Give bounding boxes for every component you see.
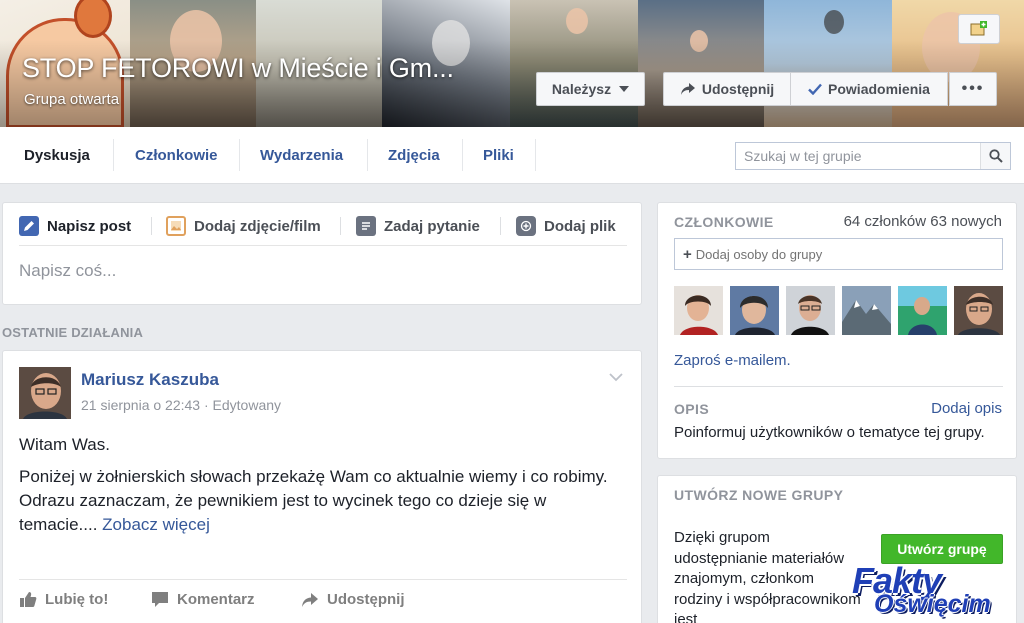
member-status-label: Należysz: [551, 81, 612, 97]
file-plus-icon: [516, 216, 536, 236]
post-paragraph: Poniżej w żołnierskich słowach przekażę …: [19, 467, 608, 486]
photo-icon: [166, 216, 186, 236]
share-arrow-icon: [302, 592, 318, 607]
composer-tab-label: Zadaj pytanie: [384, 217, 480, 235]
post-timestamp[interactable]: 21 sierpnia o 22:43 · Edytowany: [81, 397, 281, 413]
group-privacy-label: Grupa otwarta: [24, 91, 120, 108]
watermark-logo: Fakty Oświęcim: [850, 560, 1020, 620]
watermark-line-2: Oświęcim: [874, 590, 991, 618]
composer-tab-add-file[interactable]: Dodaj plik: [516, 215, 616, 237]
plus-icon: +: [683, 245, 692, 263]
comment-button[interactable]: Komentarz: [151, 591, 255, 608]
notifications-button[interactable]: Powiadomienia: [790, 72, 948, 106]
chevron-down-icon: [609, 373, 623, 382]
member-avatar[interactable]: [954, 286, 1003, 335]
search-icon: [988, 149, 1003, 163]
group-search-box: [735, 142, 1011, 170]
composer-tab-ask-question[interactable]: Zadaj pytanie: [356, 215, 480, 237]
share-post-button[interactable]: Udostępnij: [301, 591, 405, 608]
member-avatar[interactable]: [842, 286, 891, 335]
question-icon: [356, 216, 376, 236]
add-people-input[interactable]: [695, 246, 996, 262]
post-options-chevron[interactable]: [609, 369, 623, 387]
more-options-button[interactable]: •••: [949, 72, 997, 106]
like-button[interactable]: Lubię to!: [19, 591, 108, 608]
cartoon-hair-bun: [74, 0, 112, 38]
members-count[interactable]: 64 członków 63 nowych: [844, 213, 1002, 230]
add-cover-photo-button[interactable]: [958, 14, 1000, 44]
members-panel: CZŁONKOWIE 64 członków 63 nowych + Zapro…: [657, 202, 1017, 459]
tab-divider: [535, 139, 536, 171]
tab-members[interactable]: Członkowie: [113, 127, 240, 183]
member-avatar[interactable]: [786, 286, 835, 335]
recent-activity-heading: OSTATNIE DZIAŁANIA: [2, 325, 144, 340]
share-arrow-icon: [680, 83, 695, 95]
share-group-label: Udostępnij: [701, 81, 775, 97]
tab-photos[interactable]: Zdjęcia: [366, 127, 462, 183]
description-prompt: Poinformuj użytkowników o tematyce tej g…: [674, 424, 985, 441]
composer-text-input[interactable]: [19, 261, 619, 281]
like-label: Lubię to!: [45, 591, 109, 608]
more-dots-icon: •••: [961, 80, 985, 97]
post-composer: Napisz post Dodaj zdjęcie/film Zadaj pyt…: [2, 202, 642, 305]
share-post-label: Udostępnij: [327, 591, 405, 608]
tab-discussion[interactable]: Dyskusja: [2, 127, 112, 183]
notifications-label: Powiadomienia: [828, 81, 930, 97]
composer-tab-label: Dodaj plik: [544, 217, 616, 235]
add-description-link[interactable]: Dodaj opis: [931, 400, 1002, 417]
divider: [674, 386, 1003, 387]
add-people-box: +: [674, 238, 1003, 270]
tab-events[interactable]: Wydarzenia: [238, 127, 365, 183]
see-more-link[interactable]: Zobacz więcej: [102, 515, 210, 534]
invite-by-email-link[interactable]: Zaproś e-mailem.: [674, 352, 791, 369]
post-paragraph-continued: Odrazu zaznaczam, że pewnikiem jest to w…: [19, 491, 547, 534]
pencil-icon: [19, 216, 39, 236]
search-button[interactable]: [980, 143, 1010, 169]
comment-label: Komentarz: [177, 591, 255, 608]
group-search-input[interactable]: [736, 143, 980, 169]
feed-post: Mariusz Kaszuba 21 sierpnia o 22:43 · Ed…: [2, 350, 642, 623]
member-avatar[interactable]: [674, 286, 723, 335]
composer-tab-label: Dodaj zdjęcie/film: [194, 217, 321, 235]
checkmark-icon: [808, 83, 822, 95]
thumbs-up-icon: [20, 592, 37, 607]
chevron-down-icon: [619, 86, 630, 92]
create-groups-heading: UTWÓRZ NOWE GRUPY: [674, 487, 844, 503]
member-avatar[interactable]: [730, 286, 779, 335]
tab-files[interactable]: Pliki: [461, 127, 536, 183]
group-title[interactable]: STOP FETOROWI w Mieście i Gm...: [22, 53, 532, 84]
member-avatars: [674, 286, 1003, 335]
description-heading: OPIS: [674, 401, 710, 417]
add-photo-icon: [970, 21, 987, 36]
create-groups-description: Dzięki grupom udostępnianie materiałów z…: [674, 529, 861, 623]
composer-tab-write-post[interactable]: Napisz post: [19, 215, 131, 237]
comment-icon: [152, 592, 168, 607]
composer-tab-add-photo[interactable]: Dodaj zdjęcie/film: [166, 215, 321, 237]
post-author-name[interactable]: Mariusz Kaszuba: [81, 370, 219, 390]
post-body: Witam Was. Poniżej w żołnierskich słowac…: [19, 433, 619, 537]
composer-tab-label: Napisz post: [47, 217, 132, 235]
member-avatar[interactable]: [898, 286, 947, 335]
author-avatar[interactable]: [19, 367, 71, 419]
share-group-button[interactable]: Udostępnij: [663, 72, 790, 106]
member-status-button[interactable]: Należysz: [536, 72, 645, 106]
members-heading[interactable]: CZŁONKOWIE: [674, 214, 774, 230]
post-greeting: Witam Was.: [19, 435, 110, 454]
